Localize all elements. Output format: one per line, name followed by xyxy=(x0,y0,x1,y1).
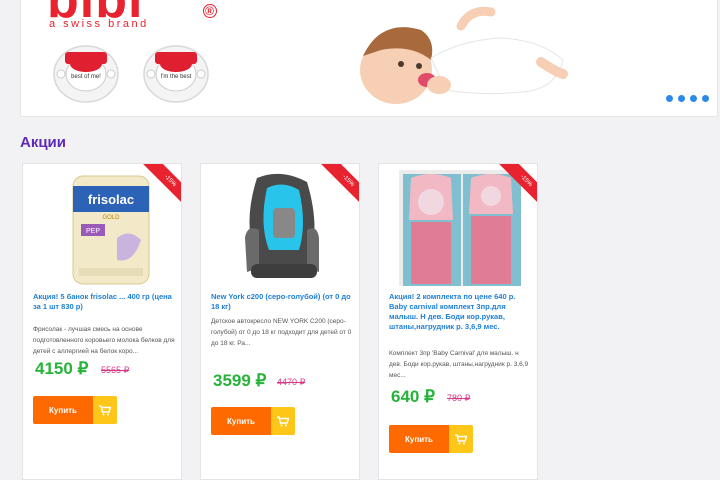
product-description: Фрисолак - лучшая смесь на основе подгот… xyxy=(33,326,175,355)
product-card[interactable]: -15% New York c200 (серо-голубой) (от 0 … xyxy=(200,163,360,480)
buy-button-label: Купить xyxy=(33,396,93,424)
discount-ribbon: -15% xyxy=(131,164,181,220)
discount-ribbon: -15% xyxy=(309,164,359,220)
discount-text: -15% xyxy=(318,164,359,211)
product-sub-text: GOLD xyxy=(102,215,120,221)
product-price: 4150 ₽ xyxy=(35,359,89,378)
section-title: Акции xyxy=(20,134,67,151)
shopping-cart-icon xyxy=(271,407,295,435)
product-old-price: 4470 ₽ xyxy=(277,377,306,387)
product-title-link[interactable]: Акция! 2 комплекта по цене 640 р. Baby c… xyxy=(389,292,531,332)
product-card[interactable]: frisolac GOLD PEP -15% Акция! 5 банок fr… xyxy=(22,163,182,480)
product-card[interactable]: -15% Акция! 2 комплекта по цене 640 р. B… xyxy=(378,163,538,480)
buy-button-label: Купить xyxy=(389,425,449,453)
slider-dot[interactable] xyxy=(690,95,697,102)
buy-button[interactable]: Купить xyxy=(33,396,117,424)
product-old-price: 5565 ₽ xyxy=(101,365,130,375)
discount-ribbon: -15% xyxy=(487,164,537,220)
buy-button[interactable]: Купить xyxy=(389,425,473,453)
product-price: 3599 ₽ xyxy=(213,371,267,390)
discount-text: -15% xyxy=(140,164,181,211)
buy-button-label: Купить xyxy=(211,407,271,435)
pacifier-image: best of me! xyxy=(53,45,119,103)
product-title-link[interactable]: Акция! 5 банок frisolac ... 400 гр (цена… xyxy=(33,292,175,312)
brand-tagline: a swiss brand xyxy=(49,18,149,30)
product-old-price: 780 ₽ xyxy=(447,393,471,403)
pacifier-text-right: I'm the best xyxy=(161,74,192,80)
product-description: Комплект 3пр 'Baby Carnival' для малыш. … xyxy=(389,350,529,379)
pacifier-text-left: best of me! xyxy=(71,74,101,80)
product-label-text: PEP xyxy=(86,228,100,235)
discount-text: -15% xyxy=(496,164,537,211)
registered-mark: ® xyxy=(203,4,217,18)
shopping-cart-icon xyxy=(449,425,473,453)
product-description: Детское автокресло NEW YORK C200 (серо-г… xyxy=(211,318,352,347)
baby-photo xyxy=(360,6,568,104)
promo-banner[interactable]: bibi ® a swiss brand best of me! I'm the… xyxy=(20,0,718,117)
shopping-cart-icon xyxy=(93,396,117,424)
product-brand-text: frisolac xyxy=(88,192,134,207)
slider-dot[interactable] xyxy=(702,95,709,102)
buy-button[interactable]: Купить xyxy=(211,407,295,435)
slider-dot[interactable] xyxy=(678,95,685,102)
product-price: 640 ₽ xyxy=(391,387,435,406)
slider-dot[interactable] xyxy=(666,95,673,102)
slider-dots xyxy=(666,95,709,102)
pacifier-image: I'm the best xyxy=(143,45,209,103)
product-title-link[interactable]: New York c200 (серо-голубой) (от 0 до 18… xyxy=(211,292,353,312)
